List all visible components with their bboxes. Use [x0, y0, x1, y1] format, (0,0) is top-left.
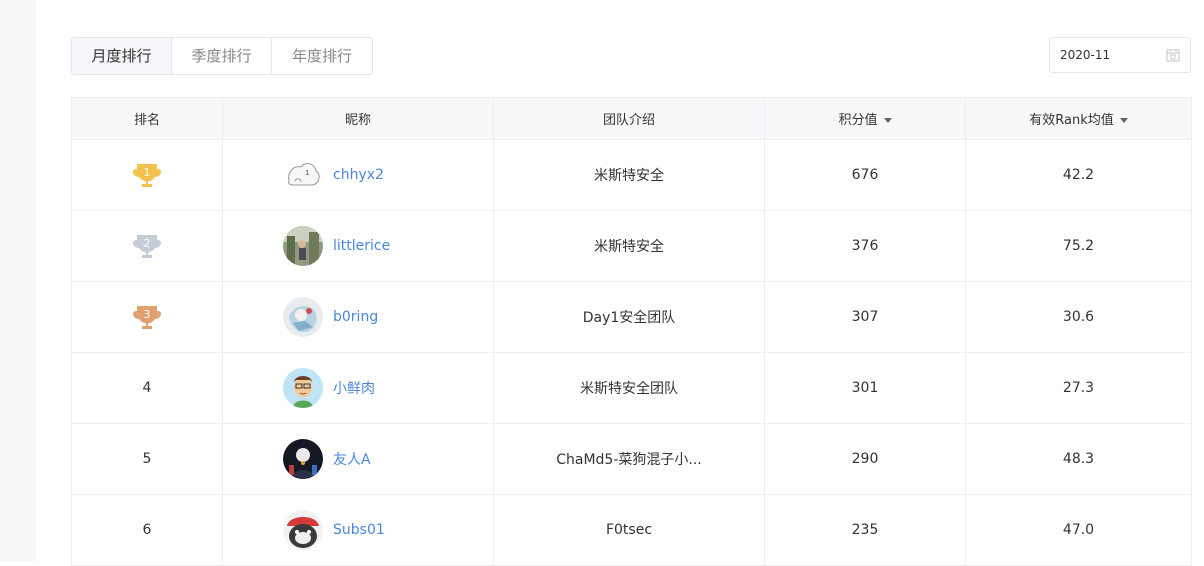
- header-team: 团队介绍: [493, 97, 765, 140]
- svg-text:1: 1: [144, 166, 151, 179]
- score-cell: 290: [764, 423, 966, 495]
- team-cell: 米斯特安全团队: [493, 352, 765, 424]
- nickname-link[interactable]: littlerice: [333, 238, 390, 254]
- team-cell: 米斯特安全: [493, 210, 765, 282]
- header-rank: 排名: [71, 97, 223, 140]
- rank-cell: 3: [71, 281, 223, 353]
- header-nickname: 昵称: [222, 97, 494, 140]
- silver-trophy-icon: 2: [133, 235, 161, 258]
- month-picker[interactable]: [1049, 37, 1191, 73]
- team-cell: ChaMd5-菜狗混子小...: [493, 423, 765, 495]
- table-row: 4 小鲜肉 米斯特安全团队 301 27.3: [71, 352, 1192, 424]
- rank-avg-cell: 30.6: [965, 281, 1192, 353]
- rank-cell: 1: [71, 139, 223, 211]
- bronze-trophy-icon: 3: [133, 306, 161, 329]
- rank-cell: 4: [71, 352, 223, 424]
- sort-caret-icon[interactable]: [883, 118, 892, 123]
- avatar[interactable]: [283, 297, 323, 337]
- calendar-icon[interactable]: [1166, 48, 1180, 62]
- svg-text:3: 3: [144, 308, 151, 321]
- score-cell: 235: [764, 494, 966, 566]
- table-row: 3 b0ring Day1安全团队 307 30.6: [71, 281, 1192, 353]
- score-cell: 301: [764, 352, 966, 424]
- header-score[interactable]: 积分值: [764, 97, 966, 140]
- rank-avg-cell: 27.3: [965, 352, 1192, 424]
- nickname-link[interactable]: 友人A: [333, 449, 371, 469]
- nickname-link[interactable]: Subs01: [333, 522, 385, 538]
- ranking-table: 排名 昵称 团队介绍 积分值 有效Rank均值 1 1 chhyx2 米斯特安全…: [71, 97, 1192, 566]
- table-row: 6 Subs01 F0tsec 235 47.0: [71, 494, 1192, 566]
- nickname-cell: 1 chhyx2: [222, 139, 494, 211]
- nickname-link[interactable]: 小鲜肉: [333, 378, 375, 398]
- nickname-cell: littlerice: [222, 210, 494, 282]
- table-row: 2 littlerice 米斯特安全 376 75.2: [71, 210, 1192, 282]
- table-row: 1 1 chhyx2 米斯特安全 676 42.2: [71, 139, 1192, 211]
- rank-cell: 2: [71, 210, 223, 282]
- tab-yearly[interactable]: 年度排行: [272, 38, 372, 74]
- avatar[interactable]: [283, 439, 323, 479]
- avatar[interactable]: 1: [283, 155, 323, 195]
- nickname-cell: 友人A: [222, 423, 494, 495]
- table-row: 5 友人A ChaMd5-菜狗混子小... 290 48.3: [71, 423, 1192, 495]
- rank-avg-cell: 42.2: [965, 139, 1192, 211]
- gold-trophy-icon: 1: [133, 164, 161, 187]
- period-tabs: 月度排行 季度排行 年度排行: [71, 37, 373, 75]
- score-cell: 376: [764, 210, 966, 282]
- nickname-link[interactable]: b0ring: [333, 309, 378, 325]
- team-cell: F0tsec: [493, 494, 765, 566]
- header-rank-avg[interactable]: 有效Rank均值: [965, 97, 1192, 140]
- svg-text:1: 1: [305, 169, 309, 177]
- table-header-row: 排名 昵称 团队介绍 积分值 有效Rank均值: [71, 97, 1192, 140]
- tab-monthly[interactable]: 月度排行: [72, 38, 172, 74]
- sort-caret-icon[interactable]: [1119, 118, 1128, 123]
- nickname-cell: Subs01: [222, 494, 494, 566]
- month-input[interactable]: [1050, 38, 1160, 72]
- team-cell: 米斯特安全: [493, 139, 765, 211]
- avatar[interactable]: [283, 368, 323, 408]
- rank-avg-cell: 75.2: [965, 210, 1192, 282]
- nickname-cell: 小鲜肉: [222, 352, 494, 424]
- left-sidebar-strip: [0, 0, 36, 561]
- tab-quarterly[interactable]: 季度排行: [172, 38, 272, 74]
- ranking-panel: 月度排行 季度排行 年度排行 排名 昵称 团队介绍 积分值 有效Rank均值: [71, 0, 1192, 566]
- rank-cell: 5: [71, 423, 223, 495]
- rank-cell: 6: [71, 494, 223, 566]
- team-cell: Day1安全团队: [493, 281, 765, 353]
- avatar[interactable]: [283, 510, 323, 550]
- avatar[interactable]: [283, 226, 323, 266]
- rank-avg-cell: 48.3: [965, 423, 1192, 495]
- nickname-cell: b0ring: [222, 281, 494, 353]
- nickname-link[interactable]: chhyx2: [333, 167, 384, 183]
- svg-text:2: 2: [144, 237, 151, 250]
- score-cell: 676: [764, 139, 966, 211]
- rank-avg-cell: 47.0: [965, 494, 1192, 566]
- score-cell: 307: [764, 281, 966, 353]
